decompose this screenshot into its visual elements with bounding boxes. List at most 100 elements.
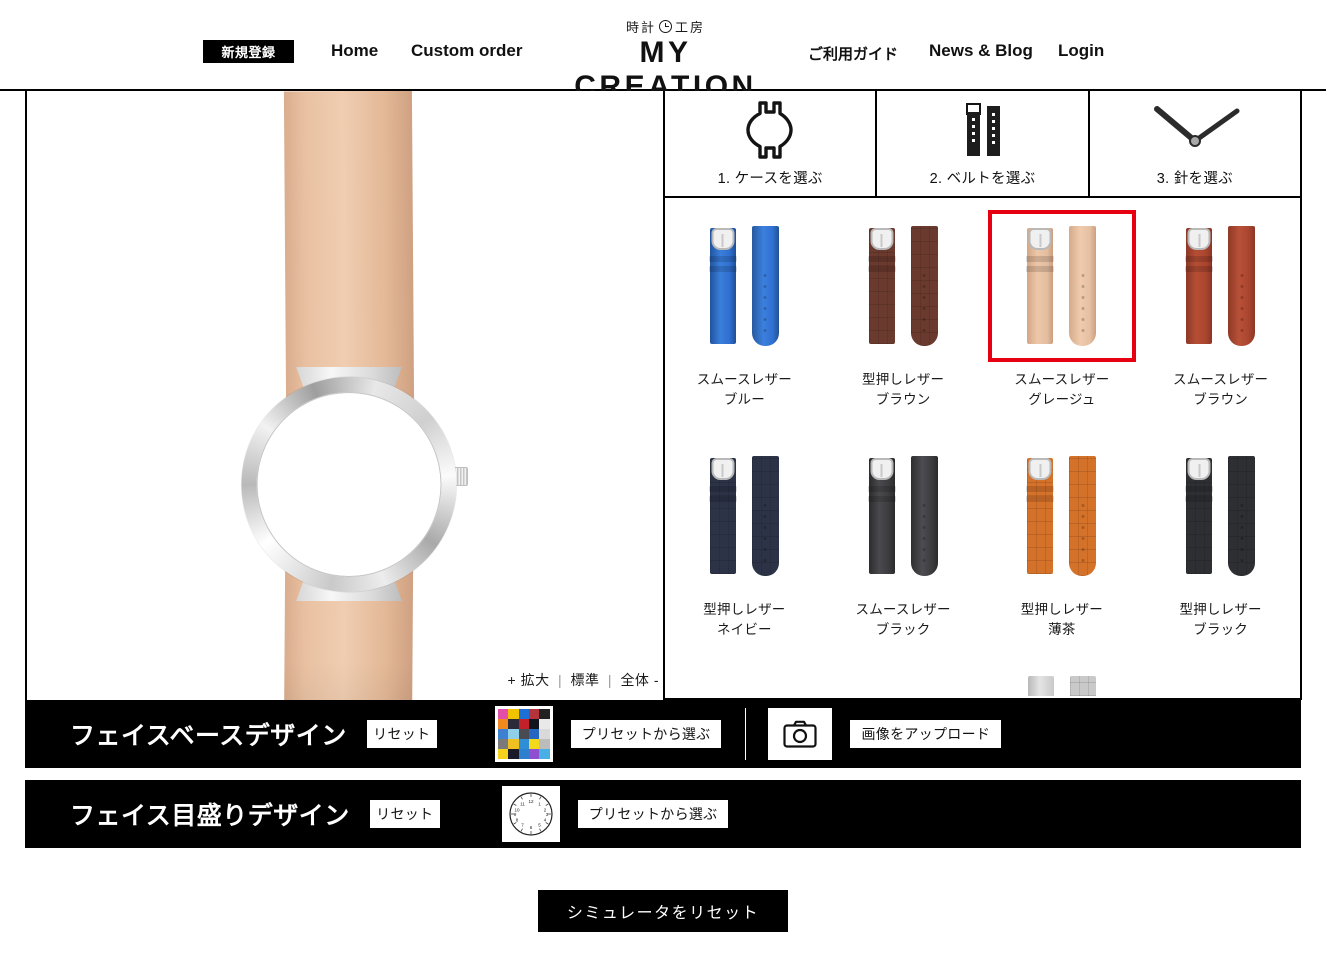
strap-tail-part-2: [1069, 226, 1097, 346]
strap-option-label-2: スムースレザー グレージュ: [1014, 372, 1110, 407]
strap-option-label-6: 型押しレザー 薄茶: [1020, 602, 1103, 637]
watch-preview-panel: + 拡大 | 標準 | 全体 -: [25, 91, 673, 700]
strap-thumbnail-6: [987, 440, 1136, 592]
strap-buckle-part-0: [708, 228, 737, 344]
strap-thumbnail-7: [1146, 440, 1295, 592]
svg-text:4: 4: [543, 818, 546, 823]
clock-icon: [659, 19, 672, 33]
watch-case-icon: [739, 91, 801, 167]
svg-text:10: 10: [514, 808, 520, 813]
tab-select-case[interactable]: 1. ケースを選ぶ: [665, 91, 876, 196]
logo-tagline-right: 工房: [675, 19, 706, 35]
photo-mosaic-thumbnail: [497, 709, 550, 759]
strap-tail-part-6: [1069, 456, 1097, 576]
face-scale-design-title: フェイス目盛りデザイン: [70, 802, 350, 830]
strap-thumbnail-3: [1146, 210, 1295, 362]
strap-option-label-0: スムースレザー ブルー: [696, 372, 792, 407]
svg-text:3: 3: [545, 812, 548, 817]
strap-tail-part-1: [910, 226, 938, 346]
strap-thumbnail-2: [987, 210, 1136, 362]
buckle-icon-7: [1187, 458, 1211, 480]
strap-thumbnail-5: [829, 440, 978, 592]
reset-simulator-button[interactable]: シミュレータをリセット: [538, 890, 788, 932]
strap-buckle-part-7: [1185, 458, 1214, 574]
zoom-in-button[interactable]: + 拡大: [508, 672, 550, 688]
strap-tail-part-5: [910, 456, 938, 576]
footer-area: シミュレータをリセット: [0, 890, 1326, 932]
strap-option-2[interactable]: スムースレザー グレージュ: [983, 198, 1142, 428]
strap-tail-part-0: [751, 226, 779, 346]
strap-option-label-1: 型押しレザー ブラウン: [862, 372, 945, 407]
nav-link-guide[interactable]: ご利用ガイド: [808, 43, 898, 64]
svg-text:7: 7: [521, 823, 524, 828]
strap-option-8-partial[interactable]: [983, 676, 1142, 698]
face-base-preset-button[interactable]: プリセットから選ぶ: [570, 720, 722, 748]
strap-option-label-3: スムースレザー ブラウン: [1173, 372, 1269, 407]
strap-buckle-part-4: [708, 458, 737, 574]
nav-link-news[interactable]: News & Blog: [929, 41, 1033, 61]
face-scale-design-bar: フェイス目盛りデザイン リセット 1212 345 678 91011: [25, 780, 1301, 848]
face-base-design-title: フェイスベースデザイン: [70, 722, 347, 750]
strap-option-label-4: 型押しレザー ネイビー: [703, 602, 786, 637]
watch-strap-icon: [947, 91, 1017, 167]
svg-text:11: 11: [520, 802, 525, 807]
strap-buckle-part-5: [867, 458, 896, 574]
face-base-reset-button[interactable]: リセット: [366, 720, 437, 748]
face-scale-reset-button[interactable]: リセット: [369, 800, 440, 828]
strap-option-0[interactable]: スムースレザー ブルー: [665, 198, 824, 428]
buckle-icon-2: [1028, 228, 1052, 250]
tab-select-strap[interactable]: 2. ベルトを選ぶ: [875, 91, 1088, 196]
zoom-whole-button[interactable]: 全体 -: [620, 672, 659, 688]
strap-thumbnail-1: [829, 210, 978, 362]
logo-tagline-left: 時計: [625, 19, 656, 35]
strap-option-label-7: 型押しレザー ブラック: [1179, 602, 1262, 637]
nav-link-custom-order[interactable]: Custom order: [411, 41, 522, 61]
svg-text:8: 8: [515, 818, 518, 823]
strap-option-5[interactable]: スムースレザー ブラック: [824, 428, 983, 658]
strap-grid-row-3-partial: [665, 676, 1300, 698]
strap-buckle-part-6: [1026, 458, 1055, 574]
strap-option-1[interactable]: 型押しレザー ブラウン: [824, 198, 983, 428]
zoom-standard-button[interactable]: 標準: [571, 672, 600, 688]
strap-option-3[interactable]: スムースレザー ブラウン: [1141, 198, 1300, 428]
strap-buckle-part-3: [1185, 228, 1214, 344]
tab-select-hands[interactable]: 3. 針を選ぶ: [1087, 91, 1300, 196]
buckle-icon-4: [711, 458, 735, 480]
part-picker-panel: 1. ケースを選ぶ 2. ベルトを選ぶ 3. 針を選ぶ スムースレザー ブルー …: [663, 91, 1302, 700]
strap-option-7[interactable]: 型押しレザー ブラック: [1141, 428, 1300, 658]
signup-button[interactable]: 新規登録: [203, 40, 294, 63]
watch-case: [241, 377, 457, 592]
face-scale-preset-thumbnail[interactable]: 12 1 2 345 678 9 10 11: [501, 786, 560, 842]
strap-buckle-part-2: [1026, 228, 1055, 344]
strap-grid-row-1: スムースレザー ブルー 型押しレザー ブラウン スムースレザー グレージュ スム…: [665, 198, 1300, 428]
face-base-preset-thumbnail[interactable]: [494, 706, 553, 762]
face-base-design-bar: フェイスベースデザイン リセット プリセットから選ぶ 画像をアップロード: [25, 700, 1301, 768]
nav-link-home[interactable]: Home: [331, 41, 378, 61]
strap-option-grid: スムースレザー ブルー 型押しレザー ブラウン スムースレザー グレージュ スム…: [665, 198, 1300, 698]
face-base-upload-button[interactable]: 画像をアップロード: [850, 720, 1002, 748]
strap-upper: [283, 91, 415, 407]
site-header: 新規登録 Home Custom order 時計 工房 MY CREATION…: [0, 0, 1326, 103]
strap-option-4[interactable]: 型押しレザー ネイビー: [665, 428, 824, 658]
svg-text:5: 5: [538, 823, 541, 828]
face-design-controls: フェイスベースデザイン リセット プリセットから選ぶ 画像をアップロード フェイ…: [0, 700, 1326, 848]
nav-link-login[interactable]: Login: [1058, 41, 1104, 61]
svg-text:6: 6: [529, 825, 532, 830]
tab-label-strap: 2. ベルトを選ぶ: [929, 171, 1036, 187]
face-scale-preset-button[interactable]: プリセットから選ぶ: [577, 800, 729, 828]
svg-text:9: 9: [513, 812, 516, 817]
zoom-separator-1: |: [557, 672, 563, 688]
tab-label-hands: 3. 針を選ぶ: [1156, 171, 1233, 187]
zoom-separator-2: |: [607, 672, 613, 688]
strap-option-6[interactable]: 型押しレザー 薄茶: [983, 428, 1142, 658]
strap-buckle-part-1: [867, 228, 896, 344]
picker-tabs: 1. ケースを選ぶ 2. ベルトを選ぶ 3. 針を選ぶ: [665, 91, 1300, 198]
face-base-camera-button[interactable]: [768, 708, 833, 760]
strap-option-label-5: スムースレザー ブラック: [855, 602, 951, 637]
strap-tail-part-7: [1228, 456, 1256, 576]
watch-render: [27, 91, 671, 700]
watch-hands-icon: [1145, 91, 1245, 167]
simulator-area: + 拡大 | 標準 | 全体 - 1. ケースを選ぶ 2. ベルトを選ぶ 3. …: [0, 91, 1326, 700]
strap-thumbnail-4: [670, 440, 819, 592]
clock-dial-thumbnail: 12 12 345 678 91011: [509, 792, 553, 836]
